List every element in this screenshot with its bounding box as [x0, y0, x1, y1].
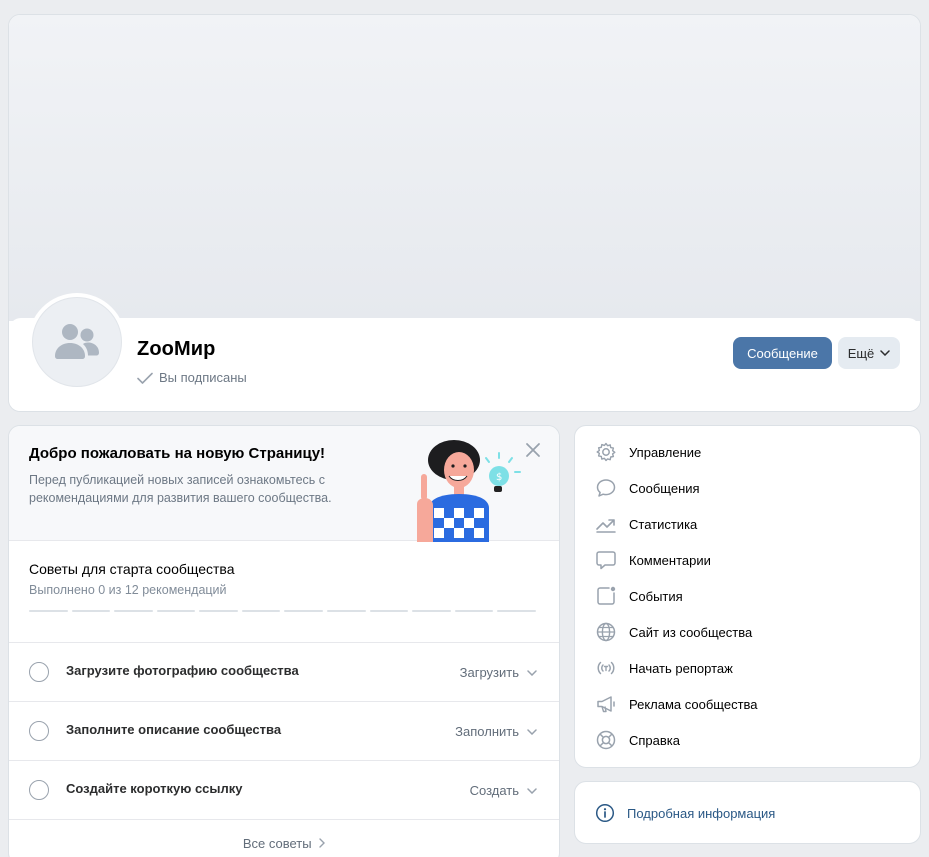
- menu-item-label: Комментарии: [629, 552, 711, 568]
- task-label: Заполните описание сообщества: [66, 722, 282, 737]
- chat-bubble-icon: [596, 479, 616, 497]
- menu-item-label: Сайт из сообщества: [629, 624, 753, 640]
- menu-item-ads[interactable]: Реклама сообщества: [595, 686, 758, 722]
- task-checkbox[interactable]: [29, 780, 49, 800]
- menu-item-events[interactable]: События: [595, 578, 683, 614]
- menu-item-help[interactable]: Справка: [595, 722, 680, 758]
- task-checkbox[interactable]: [29, 721, 49, 741]
- group-avatar-icon: [55, 324, 99, 359]
- task-action[interactable]: Заполнить: [455, 724, 537, 739]
- task-label: Загрузите фотографию сообщества: [66, 663, 299, 678]
- welcome-title: Добро пожаловать на новую Страницу!: [29, 445, 326, 462]
- details-card: Подробная информация: [574, 781, 921, 844]
- trend-chart-icon: [596, 519, 616, 533]
- menu-item-broadcast[interactable]: Начать репортаж: [595, 650, 733, 686]
- task-label: Создайте короткую ссылку: [66, 781, 243, 796]
- avatar[interactable]: [28, 293, 126, 391]
- details-label: Подробная информация: [627, 805, 776, 821]
- cover-image[interactable]: [9, 15, 920, 321]
- chevron-down-icon: [880, 350, 891, 356]
- menu-item-label: Реклама сообщества: [629, 696, 758, 712]
- menu-item-comments[interactable]: Комментарии: [595, 542, 711, 578]
- menu-item-label: Начать репортаж: [629, 660, 733, 676]
- broadcast-icon: [597, 661, 615, 675]
- message-button[interactable]: Сообщение: [733, 337, 832, 369]
- comment-icon: [596, 551, 616, 570]
- community-menu: Управление Сообщения Статистика Коммента…: [574, 425, 921, 768]
- tips-progress-text: Выполнено 0 из 12 рекомендаций: [29, 583, 227, 597]
- menu-item-messages[interactable]: Сообщения: [595, 470, 700, 506]
- menu-item-statistics[interactable]: Статистика: [595, 506, 697, 542]
- menu-item-label: Сообщения: [629, 480, 700, 496]
- info-icon: [595, 803, 615, 823]
- gear-icon: [596, 442, 616, 462]
- menu-item-label: События: [629, 588, 683, 604]
- more-button-label: Ещё: [847, 345, 875, 361]
- tips-title: Советы для старта сообщества: [29, 561, 235, 577]
- task-row[interactable]: Создайте короткую ссылку Создать: [9, 760, 559, 819]
- task-action[interactable]: Создать: [470, 783, 537, 798]
- menu-item-site[interactable]: Сайт из сообщества: [595, 614, 752, 650]
- svg-text:$: $: [496, 472, 502, 483]
- all-tips-link[interactable]: Все советы: [9, 836, 559, 851]
- task-checkbox[interactable]: [29, 662, 49, 682]
- chevron-right-icon: [319, 838, 326, 848]
- task-row[interactable]: Заполните описание сообщества Заполнить: [9, 701, 559, 760]
- welcome-illustration: $: [417, 440, 521, 542]
- community-name: ZooМир: [137, 338, 216, 360]
- welcome-text: Перед публикацией новых записей ознакомь…: [29, 473, 332, 505]
- menu-item-label: Справка: [629, 732, 680, 748]
- chevron-down-icon: [527, 669, 537, 676]
- task-action-label: Заполнить: [455, 724, 519, 739]
- welcome-banner: Добро пожаловать на новую Страницу! Пере…: [9, 426, 559, 542]
- subscribed-label: Вы подписаны: [159, 370, 247, 385]
- tips-progress-bar: [29, 610, 536, 612]
- details-link[interactable]: Подробная информация: [595, 803, 775, 823]
- all-tips-label: Все советы: [242, 836, 312, 851]
- megaphone-icon: [597, 696, 615, 713]
- chevron-down-icon: [527, 728, 537, 735]
- task-action[interactable]: Загрузить: [460, 665, 537, 680]
- task-row[interactable]: Загрузите фотографию сообщества Загрузит…: [9, 642, 559, 701]
- community-header: ZooМир Вы подписаны Сообщение Ещё: [8, 14, 921, 412]
- subscription-status[interactable]: Вы подписаны: [137, 370, 247, 385]
- task-action-label: Создать: [469, 783, 519, 798]
- chevron-down-icon: [527, 787, 537, 794]
- tips-card: Добро пожаловать на новую Страницу! Пере…: [8, 425, 560, 857]
- menu-item-label: Статистика: [629, 516, 698, 532]
- menu-item-label: Управление: [629, 444, 702, 460]
- lifebuoy-icon: [596, 730, 616, 750]
- menu-item-manage[interactable]: Управление: [595, 434, 701, 470]
- globe-icon: [596, 622, 616, 642]
- task-action-label: Загрузить: [459, 665, 519, 680]
- event-icon: [597, 586, 616, 605]
- check-icon: [137, 372, 153, 384]
- more-button[interactable]: Ещё: [838, 337, 900, 369]
